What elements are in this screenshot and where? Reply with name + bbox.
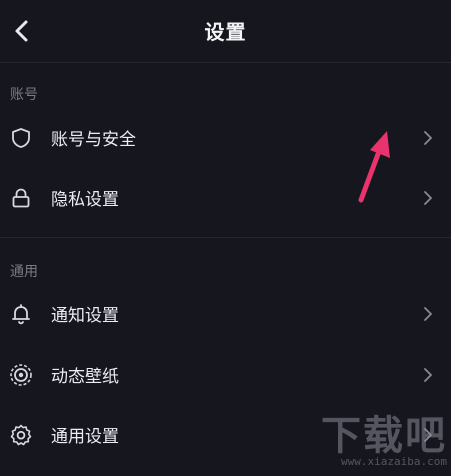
annotation-arrow-icon	[358, 131, 390, 203]
section-label-account: 账号	[10, 87, 38, 103]
page-title: 设置	[204, 20, 247, 44]
settings-item-live-wallpaper[interactable]: 动态壁纸	[0, 346, 451, 404]
settings-item-label: 账号与安全	[51, 130, 136, 150]
settings-item-label: 动态壁纸	[51, 367, 119, 387]
settings-item-label: 通用设置	[51, 427, 119, 447]
settings-item-label: 隐私设置	[51, 190, 119, 210]
chevron-right-icon	[424, 131, 432, 145]
gear-icon	[10, 424, 32, 446]
live-wallpaper-icon	[10, 364, 32, 386]
lock-icon	[12, 188, 30, 208]
chevron-right-icon	[424, 307, 432, 321]
section-label-general: 通用	[10, 264, 38, 280]
settings-item-label: 通知设置	[51, 306, 119, 326]
settings-item-notifications[interactable]: 通知设置	[0, 285, 451, 343]
top-bar: 设置	[0, 0, 451, 63]
chevron-right-icon	[424, 191, 432, 205]
watermark: 下载吧 www.xiazaiba.com	[321, 416, 447, 468]
chevron-right-icon	[424, 368, 432, 382]
section-divider	[0, 237, 451, 238]
shield-icon	[12, 128, 30, 148]
bell-icon	[12, 304, 30, 325]
watermark-logo: 下载吧	[321, 413, 447, 459]
